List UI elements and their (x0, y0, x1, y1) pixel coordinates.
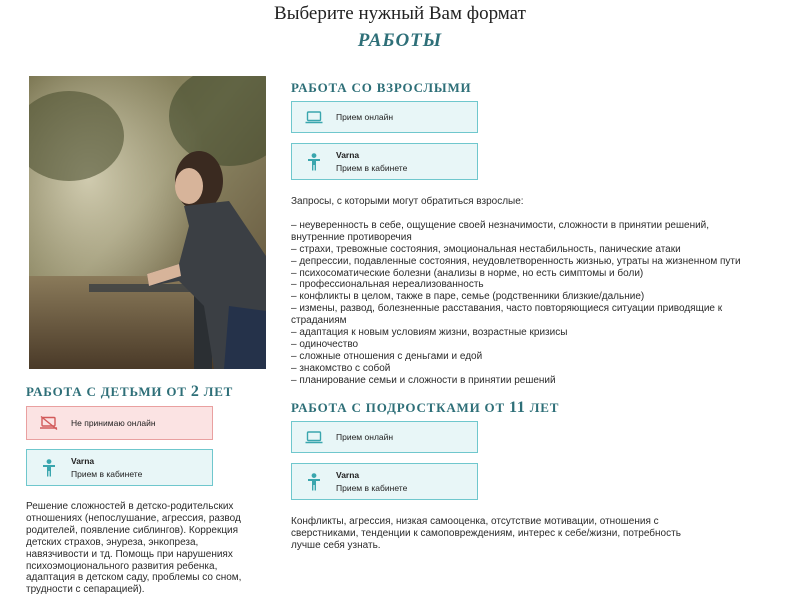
person-icon (292, 472, 336, 491)
adults-item: – измены, развод, болезненные расставани… (291, 303, 723, 327)
adults-requests: Запросы, с которыми могут обратиться взр… (291, 196, 756, 387)
adults-item: – неуверенность в себе, ощущение своей н… (291, 219, 710, 243)
children-online-card[interactable]: Не принимаю онлайн (26, 406, 213, 440)
adults-intro: Запросы, с которыми могут обратиться взр… (291, 196, 524, 207)
adults-online-label: Прием онлайн (336, 111, 394, 122)
page-subtitle: РАБОТЫ (357, 30, 443, 51)
children-online-label: Не принимаю онлайн (71, 417, 156, 428)
adults-heading: РАБОТА СО ВЗРОСЛЫМИ (291, 80, 472, 95)
adults-item: – сложные отношения с деньгами и едой (291, 350, 483, 362)
children-office-label: Прием в кабинете (71, 468, 143, 479)
adults-item: – конфликты в целом, также в паре, семье… (291, 291, 645, 303)
adults-online-card[interactable]: Прием онлайн (291, 101, 478, 133)
adults-office-card[interactable]: Varna Прием в кабинете (291, 143, 478, 180)
children-heading: РАБОТА С ДЕТЬМИ ОТ 2 ЛЕТ (26, 383, 233, 401)
person-icon (292, 152, 336, 171)
children-heading-age: 2 (190, 383, 200, 400)
teens-online-label: Прием онлайн (336, 431, 394, 442)
adults-item: – планирование семьи и сложности в приня… (291, 374, 556, 386)
children-heading-suffix: ЛЕТ (203, 384, 234, 399)
adults-item: – адаптация к новым условиям жизни, возр… (291, 327, 568, 339)
person-icon (27, 458, 71, 477)
children-heading-text: РАБОТА С ДЕТЬМИ ОТ (26, 384, 187, 399)
laptop-icon (292, 430, 336, 444)
teens-heading-text: РАБОТА С ПОДРОСТКАМИ ОТ (291, 400, 505, 415)
therapist-photo (29, 76, 266, 369)
teens-office-city: Varna (336, 469, 360, 480)
children-description: Решение сложностей в детско-родительских… (26, 501, 242, 596)
page-title: Выберите нужный Вам формат (274, 3, 526, 24)
children-office-card[interactable]: Varna Прием в кабинете (26, 449, 213, 486)
laptop-off-icon (27, 415, 71, 431)
laptop-icon (292, 110, 336, 124)
adults-item: – психосоматические болезни (анализы в н… (291, 267, 644, 279)
adults-item: – профессиональная нереализованность (291, 279, 484, 291)
adults-item: – депрессии, подавленные состояния, неуд… (291, 255, 741, 267)
teens-heading: РАБОТА С ПОДРОСТКАМИ ОТ 11 ЛЕТ (291, 399, 559, 417)
teens-description: Конфликты, агрессия, низкая самооценка, … (291, 516, 681, 551)
adults-item: – страхи, тревожные состояния, эмоционал… (291, 243, 681, 255)
adults-office-city: Varna (336, 149, 360, 160)
teens-online-card[interactable]: Прием онлайн (291, 421, 478, 453)
children-office-city: Varna (71, 455, 95, 466)
adults-item: – знакомство с собой (291, 362, 391, 374)
adults-office-label: Прием в кабинете (336, 162, 408, 173)
teens-heading-age: 11 (509, 399, 526, 416)
adults-item: – одиночество (291, 338, 359, 350)
teens-heading-suffix: ЛЕТ (529, 400, 560, 415)
teens-office-label: Прием в кабинете (336, 482, 408, 493)
teens-office-card[interactable]: Varna Прием в кабинете (291, 463, 478, 500)
